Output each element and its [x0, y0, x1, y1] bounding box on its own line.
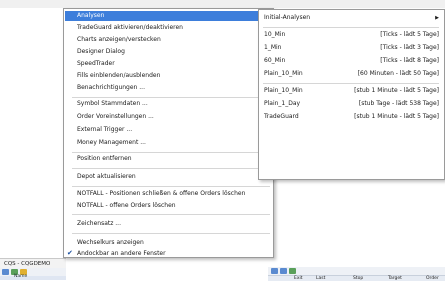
menu-item-symbol-master[interactable]: Symbol Stammdaten ... [65, 99, 272, 109]
menu-item-label: Analysen [77, 12, 105, 19]
col-order[interactable]: Order [426, 276, 439, 281]
order-toolbar [268, 267, 445, 275]
menu-separator [72, 214, 270, 215]
submenu-item-detail: [Ticks - lädt 3 Tage] [380, 44, 439, 51]
menu-separator [72, 186, 270, 187]
menu-item-analysen[interactable]: Analysen ▶ [65, 11, 272, 21]
submenu-item-detail: [stub 1 Minute - lädt 5 Tage] [354, 113, 439, 120]
menu-separator [72, 168, 270, 169]
submenu-separator [263, 83, 439, 84]
submenu-separator [263, 27, 439, 28]
submenu-item-label: 10_Min [264, 31, 286, 38]
submenu-item-label: Plain_1_Day [264, 100, 301, 107]
menu-item-exchange-rate[interactable]: Wechselkurs anzeigen [65, 238, 272, 248]
menu-separator [72, 97, 270, 98]
submenu-item-tradeguard[interactable]: TradeGuard [stub 1 Minute - lädt 5 Tage] [260, 112, 443, 122]
submenu-item-detail: [Ticks - lädt 8 Tage] [380, 57, 439, 64]
submenu-item-plain-10min-stub[interactable]: Plain_10_Min [stub 1 Minute - lädt 5 Tag… [260, 86, 443, 96]
submenu-item-label: TradeGuard [264, 113, 299, 120]
menu-item-external-trigger[interactable]: External Trigger ... [65, 125, 272, 135]
menu-item-speedtrader[interactable]: SpeedTrader [65, 59, 272, 69]
menu-item-emergency-delete-orders[interactable]: NOTFALL - offene Orders löschen [65, 201, 272, 211]
context-menu: Analysen ▶ TradeGuard aktivieren/deaktiv… [63, 8, 274, 258]
grid-name-header: Name [14, 274, 28, 279]
menu-item-charts-toggle[interactable]: Charts anzeigen/verstecken [65, 35, 272, 45]
menu-item-tradeguard-toggle[interactable]: TradeGuard aktivieren/deaktivieren [65, 23, 272, 33]
menu-item-fills-toggle[interactable]: Fills einblenden/ausblenden [65, 71, 272, 81]
menu-item-remove-position[interactable]: Position entfernen [65, 154, 272, 164]
open-icon[interactable] [2, 269, 9, 275]
menu-item-money-management[interactable]: Money Management ... [65, 138, 272, 148]
col-target[interactable]: Target [388, 276, 402, 281]
bottom-strip [66, 258, 268, 280]
submenu-item-plain-1day[interactable]: Plain_1_Day [stub Tage - lädt 538 Tage] [260, 99, 443, 109]
refresh-icon[interactable] [280, 268, 287, 274]
submenu-item-plain-10min[interactable]: Plain_10_Min [60 Minuten - lädt 50 Tage] [260, 69, 443, 79]
submenu-item-label: 1_Min [264, 44, 282, 51]
menu-item-dockable[interactable]: ✔ Andockbar an andere Fenster [65, 250, 272, 257]
submenu-item-initial-analysen[interactable]: Initial-Analysen ▶ [260, 13, 443, 23]
col-last[interactable]: Last [316, 276, 325, 281]
menu-item-refresh-depot[interactable]: Depot aktualisieren [65, 172, 272, 182]
col-stop[interactable]: Stop [353, 276, 363, 281]
submenu-item-label: 60_Min [264, 57, 286, 64]
submenu-item-detail: [Ticks - lädt 5 Tage] [380, 31, 439, 38]
submenu-item-10min[interactable]: 10_Min [Ticks - lädt 5 Tage] [260, 30, 443, 40]
submenu-item-detail: [60 Minuten - lädt 50 Tage] [357, 70, 439, 77]
submenu-item-label: Plain_10_Min [264, 87, 303, 94]
menu-separator [72, 152, 270, 153]
analysen-submenu: Initial-Analysen ▶ 10_Min [Ticks - lädt … [258, 9, 445, 180]
menu-item-label: Andockbar an andere Fenster [77, 250, 166, 257]
checkmark-icon: ✔ [67, 250, 73, 257]
col-exit[interactable]: Exit [294, 276, 303, 281]
submenu-item-detail: [stub 1 Minute - lädt 5 Tage] [354, 87, 439, 94]
grid-icon[interactable] [271, 268, 278, 274]
menu-item-order-defaults[interactable]: Order Voreinstellungen ... [65, 112, 272, 122]
order-grid-header: Exit Last Stop Target Order [268, 275, 445, 281]
cqs-toolbar [0, 268, 68, 276]
menu-separator [72, 233, 270, 234]
menu-item-emergency-close-all[interactable]: NOTFALL - Positionen schließen & offene … [65, 189, 272, 199]
add-icon[interactable] [289, 268, 296, 274]
menu-item-notifications[interactable]: Benachrichtigungen ... [65, 83, 272, 93]
chevron-right-icon: ▶ [435, 15, 439, 21]
submenu-item-label: Initial-Analysen [264, 14, 311, 21]
submenu-item-label: Plain_10_Min [264, 70, 303, 77]
submenu-item-60min[interactable]: 60_Min [Ticks - lädt 8 Tage] [260, 56, 443, 66]
submenu-item-1min[interactable]: 1_Min [Ticks - lädt 3 Tage] [260, 43, 443, 53]
submenu-item-detail: [stub Tage - lädt 538 Tage] [358, 100, 439, 107]
menu-item-designer-dialog[interactable]: Designer Dialog [65, 47, 272, 57]
grid-header: Name [0, 274, 66, 280]
menu-item-font[interactable]: Zeichensatz ... [65, 219, 272, 229]
